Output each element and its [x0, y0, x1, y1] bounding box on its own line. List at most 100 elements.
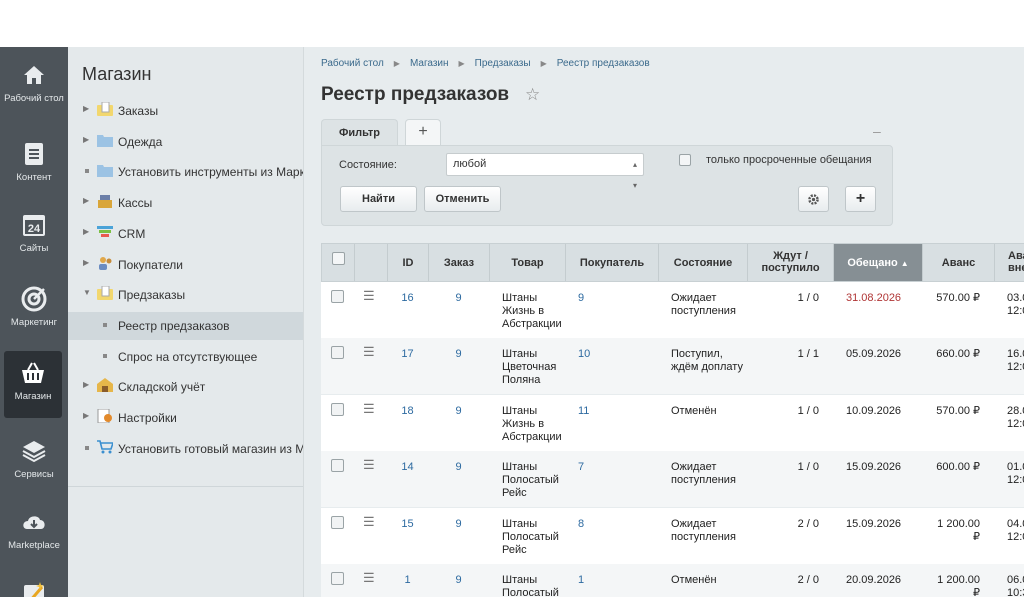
- chevron-right-icon[interactable]: ▶: [83, 135, 89, 144]
- table-row[interactable]: ☰ 14 9 Штаны Полосатый Рейс 7 Ожидает поступлени…: [321, 451, 1024, 508]
- page-title: Реестр предзаказов: [321, 84, 510, 105]
- row-checkbox[interactable]: [331, 346, 344, 360]
- header-order[interactable]: Заказ: [429, 244, 490, 281]
- add-filter-tab-button[interactable]: +: [405, 119, 441, 145]
- cell-wait: 1 / 0: [797, 461, 819, 474]
- table-row[interactable]: ☰ 18 9 Штаны Жизнь в Абстракции 11 Отменён 1 / 0…: [321, 394, 1024, 451]
- select-all-checkbox[interactable]: [332, 252, 345, 265]
- header-advance[interactable]: Аванс: [923, 244, 995, 281]
- state-select[interactable]: любой ▴ ▾: [446, 153, 644, 190]
- cell-buyer[interactable]: 9: [578, 292, 658, 305]
- tab-filter[interactable]: Фильтр: [321, 119, 398, 146]
- header-product[interactable]: Товар: [490, 244, 566, 281]
- chevron-right-icon[interactable]: ▶: [83, 258, 89, 267]
- row-menu-icon[interactable]: ☰: [363, 344, 375, 360]
- cell-order[interactable]: 9: [428, 405, 489, 418]
- add-filter-field-button[interactable]: +: [845, 186, 876, 212]
- nav-item-shop[interactable]: Магазин: [4, 351, 62, 418]
- cell-order[interactable]: 9: [428, 574, 489, 587]
- cell-buyer[interactable]: 10: [578, 348, 658, 361]
- cell-id[interactable]: 16: [387, 292, 428, 305]
- cell-state: Ожидает поступления: [671, 292, 747, 318]
- breadcrumb-item[interactable]: Реестр предзаказов: [557, 58, 650, 69]
- row-checkbox[interactable]: [331, 459, 344, 473]
- menu-item-preorder-registry[interactable]: Реестр предзаказов: [68, 312, 303, 340]
- cell-order[interactable]: 9: [428, 461, 489, 474]
- filter-settings-button[interactable]: [798, 186, 829, 212]
- top-band: [0, 0, 1024, 47]
- menu-item-install-tools[interactable]: Установить инструменты из Маркетплейс: [68, 158, 303, 186]
- cell-product: Штаны Жизнь в Абстракции: [502, 292, 565, 331]
- cell-line: поступления: [671, 305, 736, 317]
- cell-line: 12:0: [1007, 361, 1024, 374]
- chevron-right-icon[interactable]: ▶: [83, 380, 89, 389]
- chevron-right-icon[interactable]: ▶: [83, 104, 89, 113]
- cell-id[interactable]: 15: [387, 518, 428, 531]
- cell-line: 06.0: [1007, 574, 1024, 586]
- row-menu-icon[interactable]: ☰: [363, 457, 375, 473]
- menu-item-preorders[interactable]: ▼ Предзаказы: [68, 281, 303, 309]
- row-checkbox[interactable]: [331, 515, 344, 529]
- row-menu-icon[interactable]: ☰: [363, 570, 375, 586]
- menu-item-buyers[interactable]: ▶ Покупатели: [68, 251, 303, 279]
- favorite-star-icon[interactable]: ☆: [525, 85, 540, 105]
- cell-order[interactable]: 9: [428, 348, 489, 361]
- row-menu-icon[interactable]: ☰: [363, 401, 375, 417]
- cell-id[interactable]: 18: [387, 405, 428, 418]
- menu-item-crm[interactable]: ▶ CRM: [68, 220, 303, 248]
- cell-line: Штаны: [502, 404, 538, 417]
- table-row[interactable]: ☰ 17 9 Штаны Цветочная Поляна 10 Поступил, ждём …: [321, 338, 1024, 395]
- header-promised[interactable]: Обещано ▲: [834, 244, 923, 281]
- cell-line: поступления: [671, 530, 736, 543]
- nav-item-services[interactable]: Сервисы: [0, 437, 68, 480]
- nav-item-desktop[interactable]: Рабочий стол: [0, 61, 68, 104]
- row-checkbox[interactable]: [331, 290, 344, 303]
- cell-line: Полосатый: [502, 587, 559, 597]
- cell-order[interactable]: 9: [428, 518, 489, 531]
- chevron-right-icon[interactable]: ▶: [83, 227, 89, 236]
- row-checkbox[interactable]: [331, 402, 344, 416]
- breadcrumb-item[interactable]: Предзаказы: [475, 58, 531, 69]
- row-menu-icon[interactable]: ☰: [363, 514, 375, 530]
- overdue-checkbox[interactable]: [679, 154, 691, 166]
- menu-item-missing-demand[interactable]: Спрос на отсутствующее: [68, 343, 303, 371]
- header-state[interactable]: Состояние: [659, 244, 748, 281]
- nav-item-sites[interactable]: 24 Сайты: [0, 211, 68, 254]
- menu-item-settings[interactable]: ▶ Настройки: [68, 404, 303, 432]
- chevron-right-icon[interactable]: ▶: [83, 411, 89, 420]
- table-row[interactable]: ☰ 16 9 Штаны Жизнь в Абстракции 9 Ожидает поступ…: [321, 282, 1024, 338]
- row-checkbox[interactable]: [331, 572, 344, 585]
- table-row[interactable]: ☰ 1 9 Штаны Полосатый 1 Отменён 2 / 0 20.09.2026…: [321, 564, 1024, 597]
- breadcrumb-item[interactable]: Магазин: [410, 58, 449, 69]
- cell-buyer[interactable]: 8: [578, 518, 658, 531]
- collapse-filter-button[interactable]: –: [873, 123, 881, 139]
- cell-id[interactable]: 17: [387, 348, 428, 361]
- table-row[interactable]: ☰ 15 9 Штаны Полосатый Рейс 8 Ожидает поступлени…: [321, 507, 1024, 564]
- cell-order[interactable]: 9: [428, 292, 489, 305]
- cell-id[interactable]: 1: [387, 574, 428, 587]
- cell-id[interactable]: 14: [387, 461, 428, 474]
- header-id[interactable]: ID: [388, 244, 429, 281]
- nav-item-marketplace[interactable]: Marketplace: [0, 508, 68, 551]
- cell-buyer[interactable]: 11: [578, 405, 658, 418]
- menu-item-warehouse[interactable]: ▶ Складской учёт: [68, 373, 303, 401]
- menu-item-cash[interactable]: ▶ Кассы: [68, 189, 303, 217]
- cancel-button[interactable]: Отменить: [424, 186, 501, 212]
- menu-item-clothes[interactable]: ▶ Одежда: [68, 128, 303, 156]
- find-button[interactable]: Найти: [340, 186, 417, 212]
- chevron-down-icon[interactable]: ▼: [83, 288, 91, 297]
- cell-buyer[interactable]: 7: [578, 461, 658, 474]
- header-waiting[interactable]: Ждут / поступило: [748, 244, 834, 281]
- chevron-right-icon[interactable]: ▶: [83, 196, 89, 205]
- breadcrumb-item[interactable]: Рабочий стол: [321, 58, 384, 69]
- breadcrumb-separator-icon: ▶: [458, 59, 465, 68]
- menu-item-install-shop[interactable]: Установить готовый магазин из Маркетплей…: [68, 435, 303, 463]
- nav-item-content[interactable]: Контент: [0, 140, 68, 183]
- menu-item-orders[interactable]: ▶ Заказы: [68, 97, 303, 125]
- nav-item-more[interactable]: [0, 579, 68, 597]
- cell-buyer[interactable]: 1: [578, 574, 658, 587]
- header-advance-outside[interactable]: Ававне: [995, 244, 1024, 281]
- nav-item-marketing[interactable]: Маркетинг: [0, 285, 68, 328]
- row-menu-icon[interactable]: ☰: [363, 288, 375, 304]
- header-buyer[interactable]: Покупатель: [566, 244, 659, 281]
